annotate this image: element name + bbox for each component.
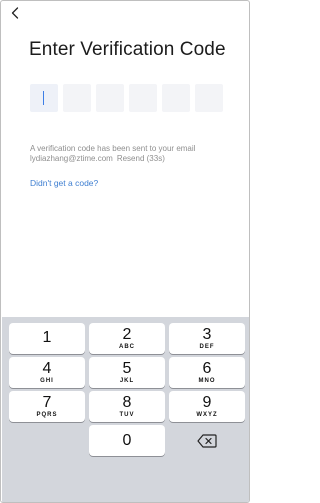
key-letters: ABC	[119, 343, 135, 350]
key-5[interactable]: 5 JKL	[89, 357, 165, 388]
key-digit: 8	[122, 393, 132, 411]
code-digit-4[interactable]	[129, 84, 157, 112]
key-letters: MNO	[198, 377, 216, 384]
key-7[interactable]: 7 PQRS	[9, 391, 85, 422]
numeric-keypad: 1 2 ABC 3 DEF 4 GHI 5 JKL 6 MNO 7 PQRS 8	[2, 317, 249, 502]
code-digit-2[interactable]	[63, 84, 91, 112]
resend-countdown: Resend (33s)	[116, 154, 165, 163]
key-digit: 4	[42, 359, 52, 377]
key-2[interactable]: 2 ABC	[89, 323, 165, 354]
key-digit: 6	[202, 359, 212, 377]
key-6[interactable]: 6 MNO	[169, 357, 245, 388]
key-9[interactable]: 9 WXYZ	[169, 391, 245, 422]
key-digit: 1	[42, 329, 52, 346]
page-title: Enter Verification Code	[29, 39, 226, 60]
back-button[interactable]	[7, 4, 23, 22]
backspace-icon	[197, 433, 217, 448]
key-8[interactable]: 8 TUV	[89, 391, 165, 422]
key-letters: DEF	[199, 343, 215, 350]
key-digit: 3	[202, 325, 212, 343]
key-digit: 2	[122, 325, 132, 343]
key-letters: JKL	[119, 377, 135, 384]
key-letters: TUV	[119, 411, 135, 418]
key-letters: GHI	[40, 377, 54, 384]
key-1[interactable]: 1	[9, 323, 85, 354]
code-digit-5[interactable]	[162, 84, 190, 112]
text-caret	[43, 91, 44, 105]
key-letters: PQRS	[36, 411, 58, 418]
info-message: A verification code has been sent to you…	[30, 144, 196, 153]
key-letters: WXYZ	[196, 411, 218, 418]
code-digit-3[interactable]	[96, 84, 124, 112]
code-input-group[interactable]	[30, 84, 223, 112]
chevron-left-icon	[11, 7, 19, 19]
key-4[interactable]: 4 GHI	[9, 357, 85, 388]
delete-key[interactable]	[169, 425, 245, 456]
key-digit: 5	[122, 359, 132, 377]
key-digit: 0	[122, 431, 132, 449]
screen: Enter Verification Code A verification c…	[0, 0, 250, 503]
key-0[interactable]: 0	[89, 425, 165, 456]
didnt-get-code-link[interactable]: Didn't get a code?	[30, 178, 98, 188]
key-digit: 7	[42, 393, 52, 411]
key-3[interactable]: 3 DEF	[169, 323, 245, 354]
verification-info: A verification code has been sent to you…	[30, 144, 240, 164]
code-digit-1[interactable]	[30, 84, 58, 112]
key-digit: 9	[202, 393, 212, 411]
email-address: lydiazhang@ztime.com	[30, 154, 113, 163]
code-digit-6[interactable]	[195, 84, 223, 112]
